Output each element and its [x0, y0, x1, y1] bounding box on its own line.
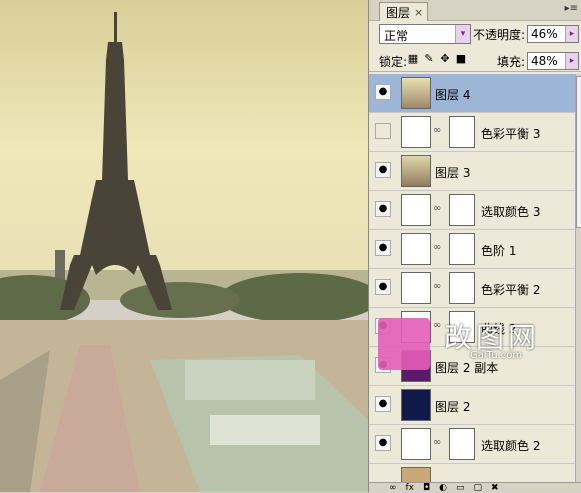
tab-layers-label: 图层 — [386, 5, 411, 20]
layer-mask[interactable] — [449, 428, 475, 460]
eye-hidden-icon[interactable] — [375, 123, 391, 139]
curves-icon — [401, 311, 431, 343]
tab-layers[interactable]: 图层 × — [379, 2, 429, 21]
layers-panel: 图层 × ▸≡ 正常 ▾ 不透明度: 46% ▸ 锁定: ▦ ✎ ✥ ■ 填充:… — [368, 0, 581, 493]
layer-name: 曲线 2 — [481, 322, 517, 336]
layer-list: ● 图层 4 ∞ 色彩平衡 3 ● 图层 3 ● ∞ 选取颜色 3 ● ∞ 色阶… — [369, 74, 575, 482]
selective-color-icon — [401, 194, 431, 226]
fx-icon[interactable]: fx — [406, 483, 415, 493]
layer-row[interactable]: ● 图层 3 — [369, 152, 575, 191]
chevron-down-icon[interactable]: ▾ — [455, 25, 470, 43]
eye-icon[interactable]: ● — [375, 240, 391, 256]
layer-row[interactable]: ● 图层 4 — [369, 74, 575, 113]
layer-name: 色阶 1 — [481, 244, 517, 258]
layer-name: 图层 3 — [435, 166, 471, 180]
layer-name: 选取颜色 3 — [481, 205, 541, 219]
layer-mask[interactable] — [449, 233, 475, 265]
lock-paint-icon[interactable]: ✎ — [423, 52, 435, 65]
lock-transparent-icon[interactable]: ▦ — [407, 52, 419, 65]
layer-name: 图层 2 副本 — [435, 361, 499, 375]
panel-menu-icon[interactable]: ▸≡ — [565, 3, 578, 14]
layer-name: 选取颜色 2 — [481, 439, 541, 453]
layer-thumbnail — [401, 350, 431, 382]
levels-icon — [401, 233, 431, 265]
eye-icon[interactable]: ● — [375, 279, 391, 295]
fill-input[interactable]: 48% ▸ — [527, 52, 579, 70]
layer-thumbnail — [401, 155, 431, 187]
chain-link-icon[interactable]: ∞ — [433, 320, 441, 331]
opacity-value: 46% — [531, 27, 558, 41]
layer-mask[interactable] — [449, 194, 475, 226]
blend-mode-select[interactable]: 正常 ▾ — [379, 24, 471, 44]
layer-row[interactable]: ∞ 色彩平衡 3 — [369, 113, 575, 152]
layer-row[interactable]: ● ∞ 曲线 2 — [369, 308, 575, 347]
layer-name: 色彩平衡 3 — [481, 127, 541, 141]
chain-link-icon[interactable]: ∞ — [433, 281, 441, 292]
delete-layer-icon[interactable]: ✖ — [491, 483, 499, 493]
panel-tabbar: 图层 × ▸≡ — [369, 0, 581, 21]
eye-icon[interactable]: ● — [375, 84, 391, 100]
add-mask-icon[interactable]: ◘ — [423, 483, 430, 493]
photo-canvas[interactable] — [0, 0, 368, 492]
eye-icon[interactable]: ● — [375, 318, 391, 334]
blend-mode-value: 正常 — [384, 29, 409, 43]
layer-row[interactable]: ● ∞ 色彩平衡 2 — [369, 269, 575, 308]
layer-row[interactable]: ● ∞ 选取颜色 2 — [369, 425, 575, 464]
layer-row[interactable]: ● 图层 2 副本 — [369, 347, 575, 386]
layer-mask[interactable] — [449, 272, 475, 304]
new-adjustment-icon[interactable]: ◐ — [439, 483, 447, 493]
layer-row[interactable]: ● 图层 2 — [369, 386, 575, 425]
new-group-icon[interactable]: ▭ — [456, 483, 465, 493]
chevron-right-icon[interactable]: ▸ — [565, 26, 578, 42]
eiffel-tower-photo — [0, 0, 368, 492]
color-balance-icon — [401, 116, 431, 148]
layer-mask[interactable] — [449, 116, 475, 148]
opacity-input[interactable]: 46% ▸ — [527, 25, 579, 43]
chain-link-icon[interactable]: ∞ — [433, 242, 441, 253]
layer-row[interactable] — [369, 464, 575, 482]
layer-name: 色彩平衡 2 — [481, 283, 541, 297]
link-layers-icon[interactable]: ∞ — [389, 483, 397, 493]
lock-all-icon[interactable]: ■ — [455, 52, 467, 65]
blend-opacity-row: 正常 ▾ 不透明度: 46% ▸ — [369, 22, 581, 46]
layer-row[interactable]: ● ∞ 色阶 1 — [369, 230, 575, 269]
opacity-label: 不透明度: — [473, 28, 526, 42]
layer-thumbnail — [401, 389, 431, 421]
lock-move-icon[interactable]: ✥ — [439, 52, 451, 65]
lock-fill-row: 锁定: ▦ ✎ ✥ ■ 填充: 48% ▸ — [369, 49, 581, 72]
eye-icon[interactable]: ● — [375, 201, 391, 217]
lock-icons: ▦ ✎ ✥ ■ — [407, 52, 467, 65]
layer-mask[interactable] — [449, 311, 475, 343]
scrollbar-thumb[interactable] — [576, 76, 581, 228]
close-icon[interactable]: × — [414, 6, 423, 19]
panel-footer: ∞ fx ◘ ◐ ▭ ▢ ✖ — [369, 482, 581, 493]
layer-list-scrollbar[interactable] — [575, 74, 581, 482]
layer-row[interactable]: ● ∞ 选取颜色 3 — [369, 191, 575, 230]
new-layer-icon[interactable]: ▢ — [474, 483, 483, 493]
fill-label: 填充: — [497, 55, 526, 69]
layer-name: 图层 4 — [435, 88, 471, 102]
chain-link-icon[interactable]: ∞ — [433, 437, 441, 448]
layer-thumbnail — [401, 467, 431, 482]
chevron-right-icon[interactable]: ▸ — [565, 53, 578, 69]
eye-icon[interactable]: ● — [375, 162, 391, 178]
eye-icon[interactable]: ● — [375, 357, 391, 373]
color-balance-icon — [401, 272, 431, 304]
layer-name: 图层 2 — [435, 400, 471, 414]
chain-link-icon[interactable]: ∞ — [433, 125, 441, 136]
lock-label: 锁定: — [379, 55, 408, 69]
fill-value: 48% — [531, 54, 558, 68]
eye-icon[interactable]: ● — [375, 396, 391, 412]
selective-color-icon — [401, 428, 431, 460]
chain-link-icon[interactable]: ∞ — [433, 203, 441, 214]
layer-thumbnail — [401, 77, 431, 109]
eye-icon[interactable]: ● — [375, 435, 391, 451]
